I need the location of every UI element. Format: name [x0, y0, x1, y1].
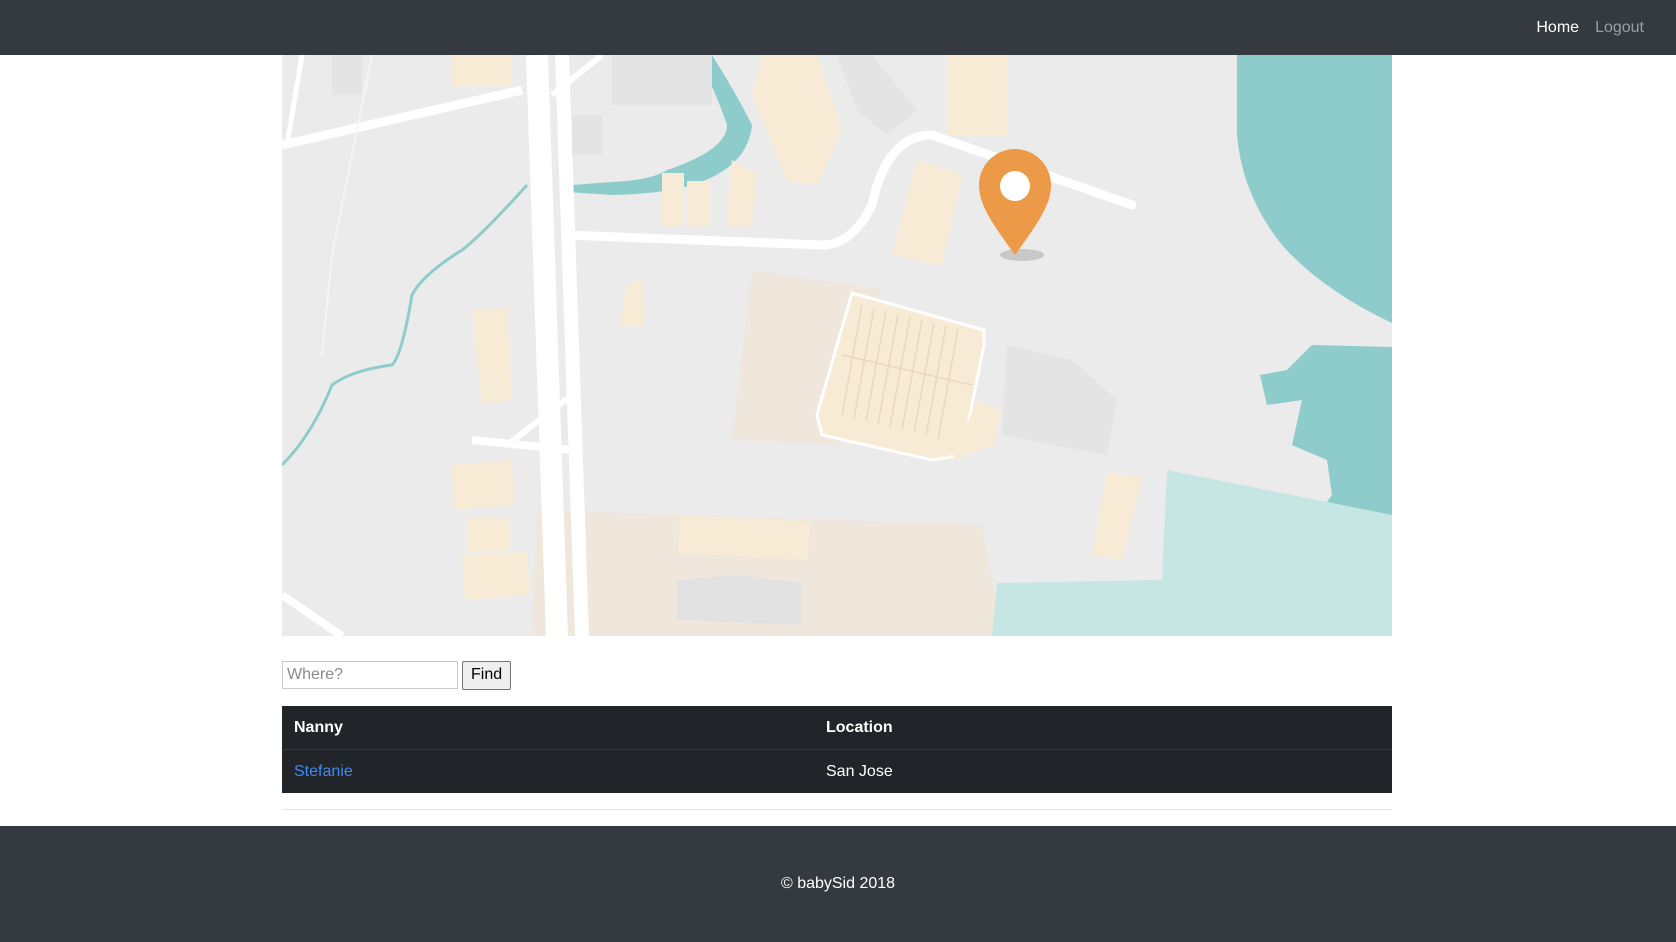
find-button[interactable]: Find [462, 660, 512, 690]
location-search-input[interactable] [282, 661, 458, 689]
map-building [332, 55, 362, 95]
map-building [452, 55, 512, 85]
column-header-location: Location [814, 706, 1392, 750]
location-cell: San Jose [814, 749, 1392, 793]
table-row: Stefanie San Jose [282, 749, 1392, 793]
copyright-text: © babySid 2018 [780, 875, 896, 892]
nav-home-link[interactable]: Home [1536, 19, 1579, 37]
nav-links: Home Logout [1536, 0, 1644, 55]
nanny-cell: Stefanie [282, 749, 814, 793]
top-navbar: Home Logout [0, 0, 1676, 55]
page-footer: © babySid 2018 [0, 826, 1676, 942]
map-view[interactable] [282, 55, 1392, 636]
search-form: Find [282, 660, 512, 690]
map-building [467, 517, 509, 552]
map-building [687, 181, 709, 225]
map-building [572, 115, 602, 155]
map-building [662, 173, 684, 225]
map-canvas[interactable] [282, 55, 1392, 636]
map-building [462, 552, 530, 600]
column-header-nanny: Nanny [282, 706, 814, 750]
table-header-row: Nanny Location [282, 706, 1392, 750]
map-building [947, 55, 1007, 135]
nav-logout-link[interactable]: Logout [1595, 19, 1644, 37]
map-building [612, 55, 712, 105]
nanny-name-link[interactable]: Stefanie [294, 763, 353, 780]
content-divider [282, 809, 1392, 810]
map-building [678, 515, 810, 560]
map-building [452, 460, 514, 510]
map-building [677, 575, 802, 625]
nanny-results-table: Nanny Location Stefanie San Jose [282, 706, 1392, 793]
